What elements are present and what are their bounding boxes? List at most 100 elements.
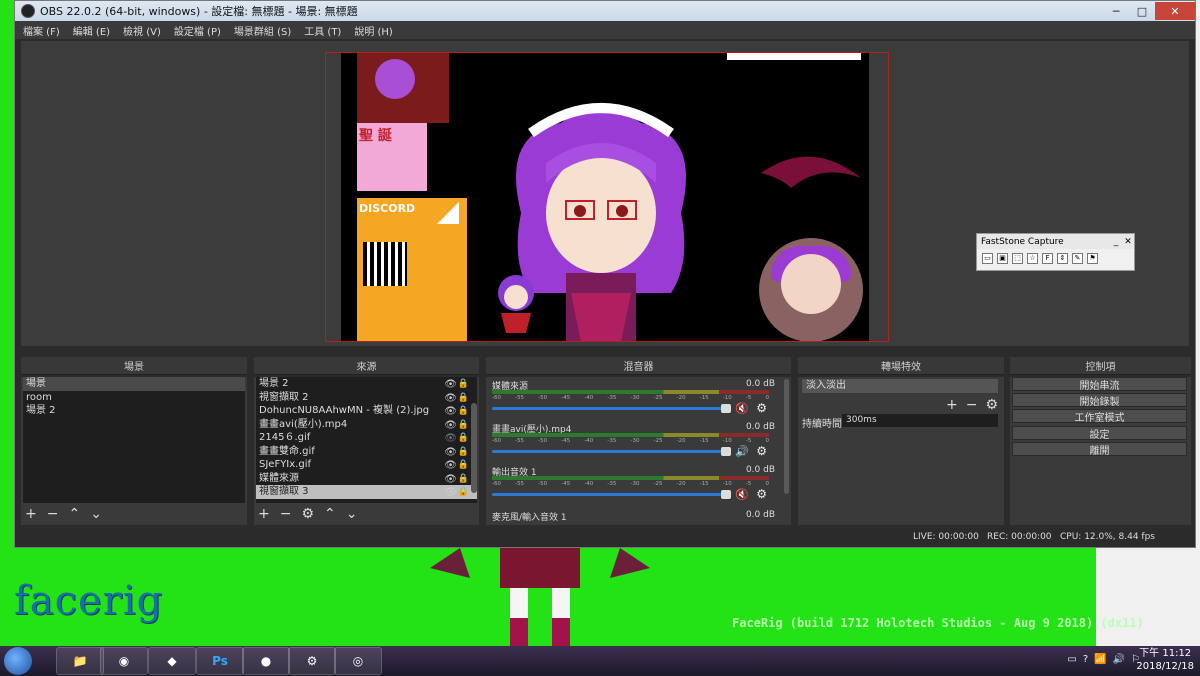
slider-knob[interactable] <box>721 404 731 413</box>
muted-speaker-icon[interactable]: 🔇 <box>735 402 749 415</box>
small-character <box>498 275 534 333</box>
lock-icon[interactable]: 🔒 <box>458 446 469 459</box>
scene-item[interactable]: room <box>23 391 245 405</box>
source-item[interactable]: SJeFYIx.gif 👁 🔒 <box>256 458 477 472</box>
menu-view[interactable]: 檢視 (V) <box>123 23 161 38</box>
obs-icon[interactable]: ● <box>242 647 290 675</box>
lock-icon[interactable]: 🔒 <box>458 459 469 472</box>
help-icon[interactable]: ? <box>1083 654 1088 665</box>
explorer-icon[interactable]: 📁 <box>56 647 104 675</box>
minimize-button[interactable]: _ <box>1110 237 1122 247</box>
source-item[interactable]: 媒體來源 👁 🔒 <box>256 472 477 486</box>
source-item[interactable]: 視窗擷取 3 👁 🔒 <box>256 485 477 499</box>
eye-icon[interactable]: 👁 <box>444 486 457 499</box>
lock-icon[interactable]: 🔒 <box>458 378 469 391</box>
eye-icon[interactable]: 👁 <box>444 473 457 486</box>
capture-object-icon[interactable]: ▣ <box>997 253 1008 264</box>
mixer-scrollbar[interactable] <box>784 379 789 494</box>
start-recording-button[interactable]: 開始錄製 <box>1012 393 1187 408</box>
sources-scrollbar[interactable] <box>471 403 477 493</box>
menu-tools[interactable]: 工具 (T) <box>304 23 341 38</box>
gear-icon[interactable]: ⚙ <box>756 444 767 458</box>
add-transition-button[interactable]: + <box>946 397 958 413</box>
steam-icon[interactable]: ⚙ <box>288 647 336 675</box>
remove-transition-button[interactable]: − <box>966 397 978 413</box>
move-down-button[interactable]: ⌄ <box>346 506 358 522</box>
eye-icon[interactable]: 👁 <box>444 392 457 405</box>
close-button[interactable]: ✕ <box>1122 237 1134 247</box>
menu-file[interactable]: 檔案 (F) <box>23 23 60 38</box>
source-item[interactable]: 場景 2 👁 🔒 <box>256 377 477 391</box>
tray-icon[interactable]: ▭ <box>1067 654 1076 665</box>
eye-hidden-icon[interactable]: 👁 <box>444 432 457 445</box>
slider-knob[interactable] <box>721 490 731 499</box>
settings-button[interactable]: 設定 <box>1012 426 1187 441</box>
lock-icon[interactable]: 🔒 <box>458 419 469 432</box>
move-up-button[interactable]: ⌃ <box>68 506 80 522</box>
source-item[interactable]: 視窗擷取 2 👁 🔒 <box>256 391 477 405</box>
gear-icon[interactable]: ⚙ <box>985 397 998 413</box>
add-source-button[interactable]: + <box>258 506 270 522</box>
move-down-button[interactable]: ⌄ <box>90 506 102 522</box>
start-button[interactable] <box>4 647 32 675</box>
settings-icon[interactable]: ⚑ <box>1087 253 1098 264</box>
network-icon[interactable]: 📶 <box>1094 654 1106 665</box>
capture-fullscreen-icon[interactable]: F <box>1042 253 1053 264</box>
scene-item[interactable]: 場景 <box>23 377 245 391</box>
transition-select[interactable]: 淡入淡出 <box>802 379 998 393</box>
slider-knob[interactable] <box>721 447 731 456</box>
capture-freehand-icon[interactable]: ☆ <box>1027 253 1038 264</box>
move-up-button[interactable]: ⌃ <box>324 506 336 522</box>
gear-icon[interactable]: ⚙ <box>756 487 767 501</box>
scenes-toolbar: + − ⌃ ⌄ <box>25 506 102 522</box>
close-button[interactable]: ✕ <box>1155 2 1195 20</box>
clock[interactable]: 下午 11:12 2018/12/18 <box>1136 647 1194 673</box>
capture-scroll-icon[interactable]: ⇕ <box>1057 253 1068 264</box>
maximize-button[interactable]: □ <box>1129 2 1155 20</box>
source-item[interactable]: 畫畫雙命.gif 👁 🔒 <box>256 445 477 459</box>
menu-help[interactable]: 說明 (H) <box>354 23 393 38</box>
studio-mode-button[interactable]: 工作室模式 <box>1012 409 1187 424</box>
menu-scene-collection[interactable]: 場景群組 (S) <box>234 23 291 38</box>
lock-icon[interactable]: 🔒 <box>458 392 469 405</box>
exit-button[interactable]: 離開 <box>1012 442 1187 457</box>
lock-icon[interactable]: 🔒 <box>458 432 469 445</box>
volume-slider[interactable] <box>492 490 731 499</box>
output-icon[interactable]: ✎ <box>1072 253 1083 264</box>
volume-icon[interactable]: 🔊 <box>1113 654 1125 665</box>
lock-icon[interactable]: 🔒 <box>458 486 469 499</box>
menu-edit[interactable]: 編輯 (E) <box>73 23 110 38</box>
source-item[interactable]: DohuncNU8AAhwMN - 複製 (2).jpg 👁 🔒 <box>256 404 477 418</box>
gear-icon[interactable]: ⚙ <box>756 401 767 415</box>
eye-icon[interactable]: 👁 <box>444 378 457 391</box>
preview-canvas[interactable]: 聖 誕 DISCORD <box>341 53 869 342</box>
scene-item[interactable]: 場景 2 <box>23 404 245 418</box>
source-item[interactable]: 2145６.gif 👁 🔒 <box>256 431 477 445</box>
eye-icon[interactable]: 👁 <box>444 459 457 472</box>
volume-slider[interactable] <box>492 404 731 413</box>
chrome-icon[interactable]: ◉ <box>100 647 148 675</box>
facerig-icon[interactable]: ◎ <box>334 647 382 675</box>
add-scene-button[interactable]: + <box>25 506 37 522</box>
blender-icon[interactable]: ◆ <box>148 647 196 675</box>
eye-icon[interactable]: 👁 <box>444 419 457 432</box>
remove-source-button[interactable]: − <box>280 506 292 522</box>
lock-icon[interactable]: 🔒 <box>458 405 469 418</box>
gear-icon[interactable]: ⚙ <box>301 506 314 522</box>
remove-scene-button[interactable]: − <box>47 506 59 522</box>
duration-input[interactable]: 300ms <box>842 414 998 427</box>
minimize-button[interactable]: ─ <box>1103 2 1129 20</box>
lock-icon[interactable]: 🔒 <box>458 473 469 486</box>
source-item[interactable]: 畫畫avi(壓小).mp4 👁 🔒 <box>256 418 477 432</box>
speaker-icon[interactable]: 🔊 <box>735 445 749 458</box>
muted-speaker-icon[interactable]: 🔇 <box>735 488 749 501</box>
facerig-build-text: FaceRig (build 1712 Holotech Studios - A… <box>732 616 1144 630</box>
menu-profile[interactable]: 設定檔 (P) <box>174 23 221 38</box>
photoshop-icon[interactable]: Ps <box>196 647 244 675</box>
capture-window-icon[interactable]: ▭ <box>982 253 993 264</box>
volume-slider[interactable] <box>492 447 731 456</box>
eye-icon[interactable]: 👁 <box>444 405 457 418</box>
start-streaming-button[interactable]: 開始串流 <box>1012 377 1187 392</box>
capture-rect-icon[interactable]: ⬚ <box>1012 253 1023 264</box>
eye-icon[interactable]: 👁 <box>444 446 457 459</box>
